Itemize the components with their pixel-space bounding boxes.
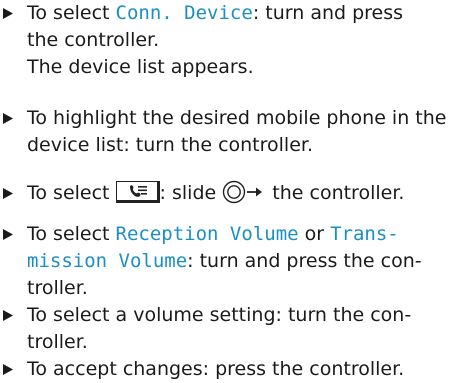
step-text: The device list appears.: [27, 56, 254, 78]
phonebook-icon: [115, 181, 160, 203]
step-text: To select a volume setting: turn the con…: [27, 304, 412, 326]
step-text: troller.: [27, 277, 88, 299]
menu-item-term: Conn. Device: [115, 2, 253, 24]
step-text: To highlight the desired mobile phone in…: [27, 107, 447, 129]
menu-item-term: mission Volume: [27, 250, 188, 272]
step-text-line: mission Volume: turn and press the con-: [27, 248, 422, 275]
step-text: To select: [27, 2, 116, 24]
step-text: To select: [27, 223, 116, 245]
step-triangle-icon: [0, 356, 27, 383]
step-triangle-icon: [0, 221, 27, 248]
step-text: the controller.: [27, 29, 160, 51]
controller-slide-right-icon: [222, 180, 266, 204]
step-text: : slide: [159, 182, 223, 204]
step-text: : turn and press the con-: [187, 250, 422, 272]
step-text-line: To select Conn. Device: turn and press: [27, 0, 403, 27]
step-text-line: device list: turn the controller.: [27, 132, 313, 159]
step-triangle-icon: [0, 105, 27, 132]
step-text: troller.: [27, 331, 88, 353]
step-text: To select: [27, 182, 116, 204]
step-triangle-icon: [0, 302, 27, 329]
step-text-line: The device list appears.: [27, 54, 254, 81]
step-text-line: troller.: [27, 329, 88, 356]
step-text-line: To select Reception Volume or Trans-: [27, 221, 399, 248]
step-triangle-icon: [0, 180, 27, 207]
step-text-line: To highlight the desired mobile phone in…: [27, 105, 446, 132]
step-text: device list: turn the controller.: [27, 134, 314, 156]
step-text-line: To accept changes: press the controller.: [27, 356, 404, 383]
step-text-line: the controller.: [27, 27, 159, 54]
step-text: or: [298, 223, 331, 245]
step-text: the controller.: [266, 182, 405, 204]
step-text-line: troller.: [27, 275, 88, 302]
menu-item-term: Reception Volume: [115, 223, 299, 245]
step-text: : turn and press: [252, 2, 404, 24]
step-text-line: To select a volume setting: turn the con…: [27, 302, 411, 329]
step-triangle-icon: [0, 0, 27, 27]
menu-item-term: Trans-: [330, 223, 399, 245]
step-text-line: To select : slide the controller.: [27, 180, 404, 207]
step-text: To accept changes: press the controller.: [27, 358, 405, 380]
